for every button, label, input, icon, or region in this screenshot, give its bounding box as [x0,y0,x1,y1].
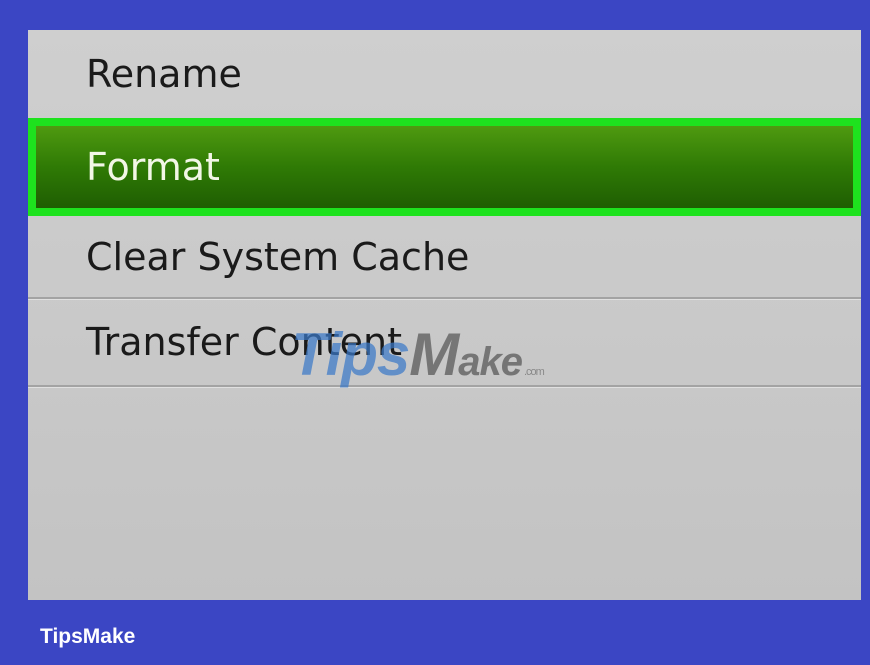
menu-item-rename[interactable]: Rename [28,30,861,118]
menu-item-clear-system-cache[interactable]: Clear System Cache [28,216,861,298]
menu-item-label: Rename [86,52,242,96]
menu-item-format[interactable]: Format [28,118,861,216]
brand-label: TipsMake [40,625,136,648]
menu-item-label: Format [86,145,220,189]
menu-item-label: Transfer Content [86,320,403,364]
menu-item-label: Clear System Cache [86,235,470,279]
menu-panel: Rename Format Clear System Cache Transfe… [28,30,861,600]
menu-divider [28,385,861,388]
menu-item-transfer-content[interactable]: Transfer Content [28,298,861,386]
